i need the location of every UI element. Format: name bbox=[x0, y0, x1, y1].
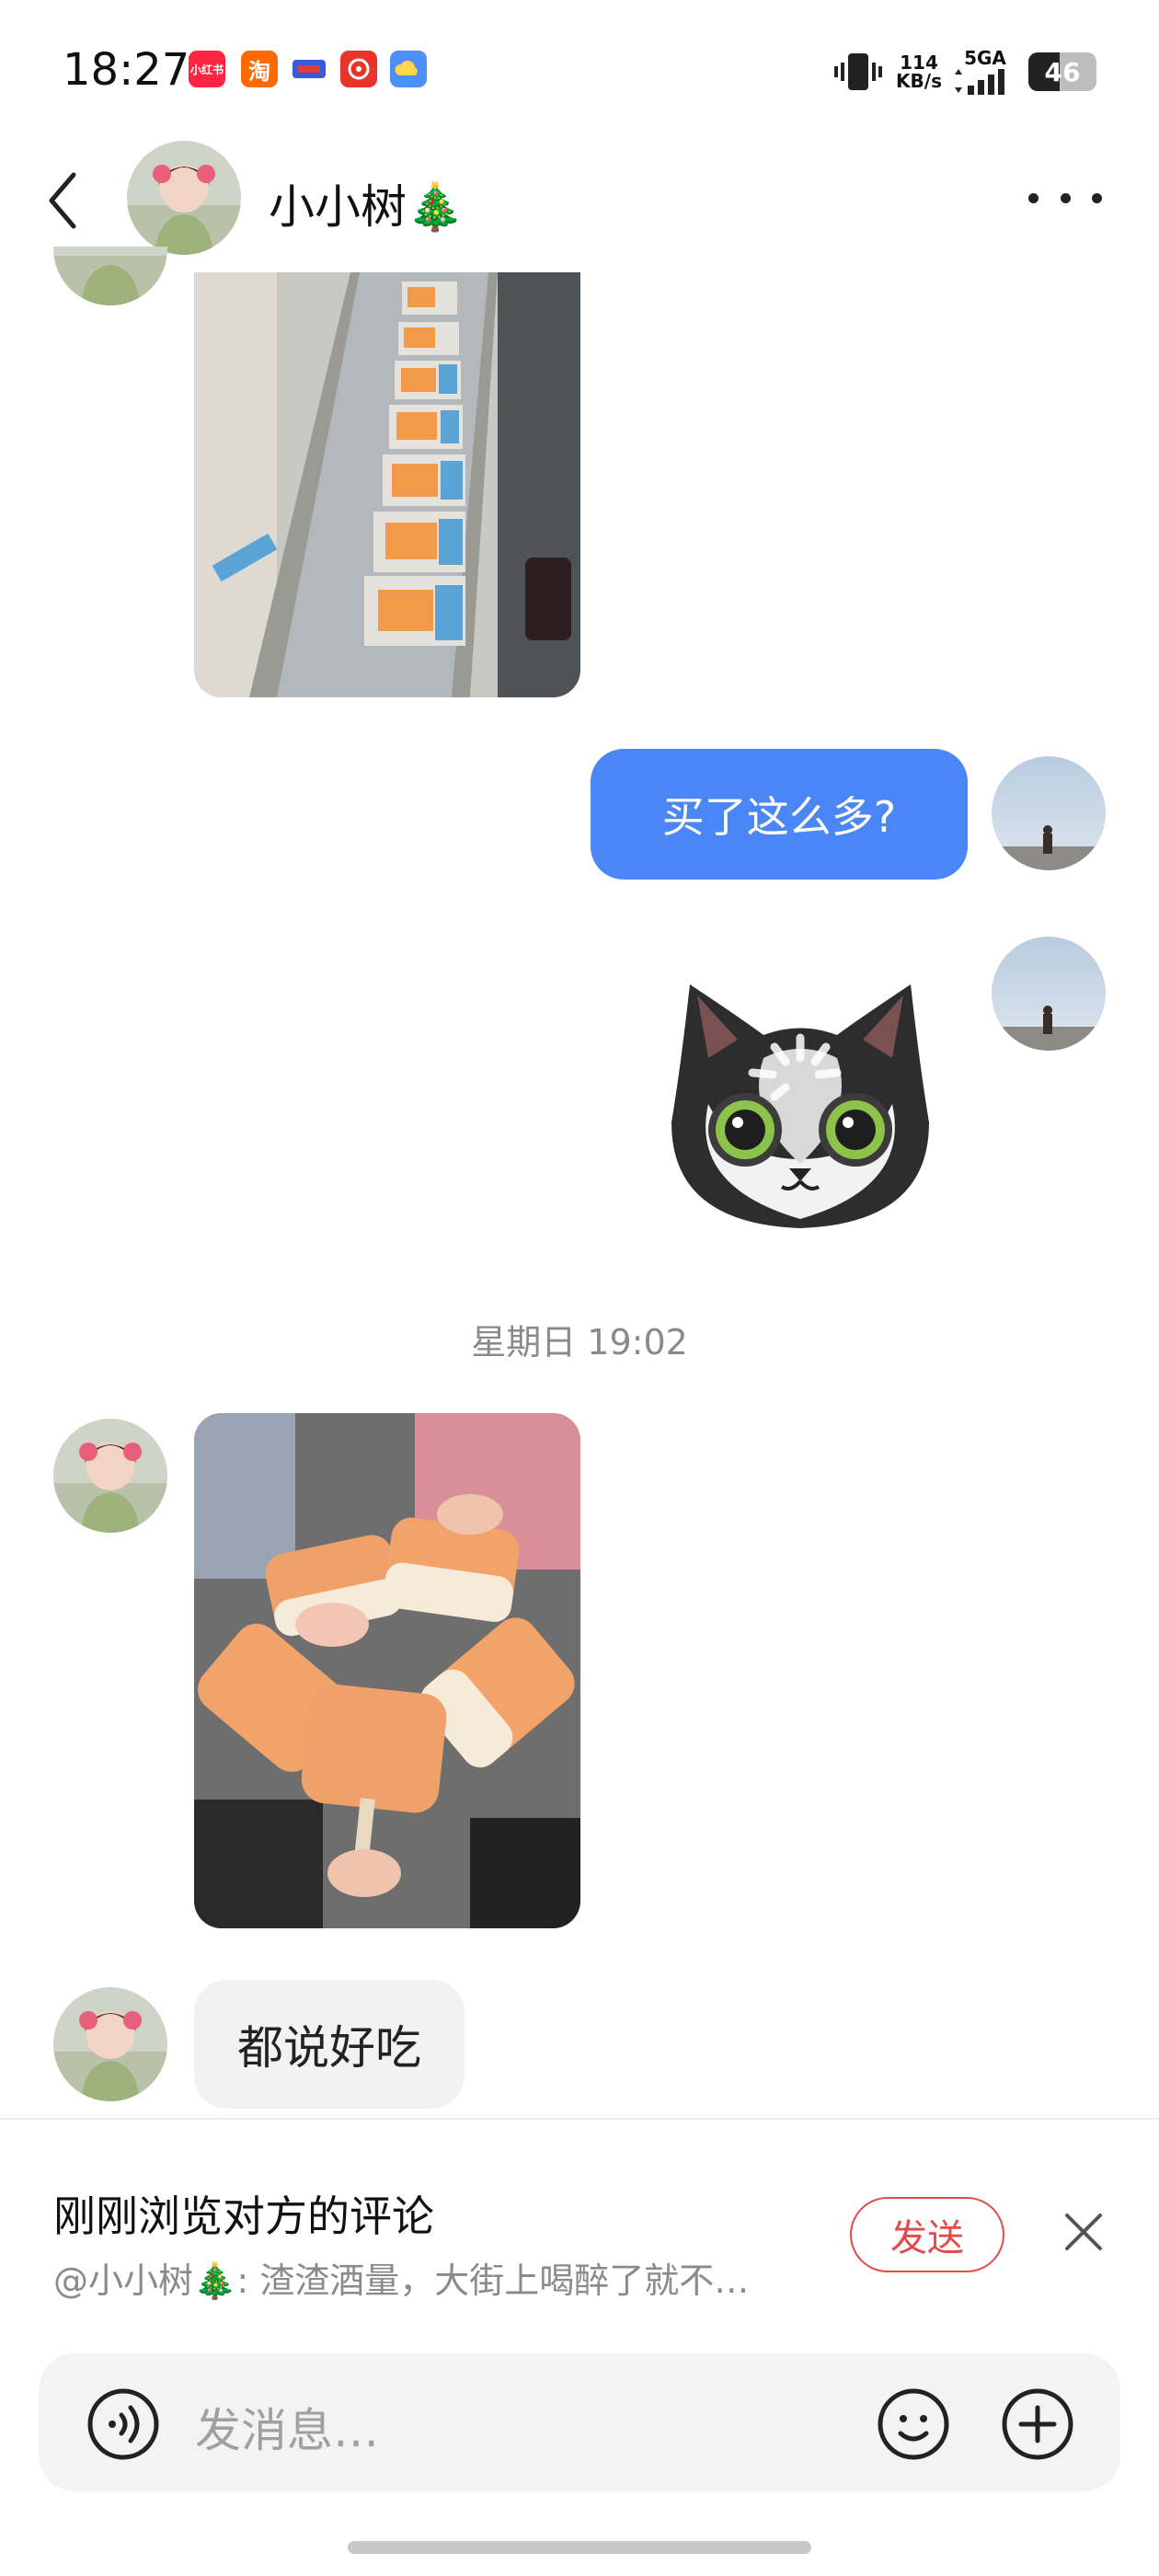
contact-name: 小小树🎄 bbox=[269, 180, 465, 234]
image-message[interactable] bbox=[194, 272, 580, 697]
payment-app-icon bbox=[291, 51, 327, 87]
image-message[interactable] bbox=[194, 1413, 580, 1928]
status-indicators: 114 KB/s 5GA 46 bbox=[833, 46, 1096, 98]
emoji-button[interactable] bbox=[877, 2387, 950, 2461]
divider bbox=[0, 2118, 1159, 2120]
contact-avatar[interactable] bbox=[127, 141, 241, 255]
contact-avatar[interactable] bbox=[53, 1987, 167, 2101]
network-speed: 114 KB/s bbox=[896, 52, 942, 92]
chevron-left-icon bbox=[49, 172, 76, 229]
back-button[interactable] bbox=[44, 164, 99, 237]
more-dots-icon bbox=[1028, 192, 1039, 203]
send-comment-button[interactable]: 发送 bbox=[850, 2197, 1004, 2272]
music-app-icon bbox=[340, 51, 377, 87]
vibrate-icon bbox=[834, 53, 883, 90]
time-separator: 星期日 19:02 bbox=[471, 1322, 688, 1363]
cat-sticker[interactable] bbox=[653, 948, 947, 1242]
message-input[interactable]: 发消息… bbox=[195, 2394, 379, 2460]
received-message-text: 都说好吃 bbox=[237, 2021, 421, 2075]
home-indicator[interactable] bbox=[348, 2541, 811, 2554]
plus-icon bbox=[1002, 2388, 1073, 2460]
cat-loading-sticker-icon bbox=[671, 984, 929, 1228]
close-suggestion-button[interactable] bbox=[1058, 2206, 1109, 2258]
my-avatar[interactable] bbox=[992, 756, 1106, 870]
received-message-bubble[interactable]: 都说好吃 bbox=[194, 1980, 465, 2109]
smiley-icon bbox=[878, 2388, 949, 2460]
contact-avatar[interactable] bbox=[53, 1419, 167, 1533]
voice-icon bbox=[87, 2388, 159, 2460]
my-avatar[interactable] bbox=[992, 937, 1106, 1051]
signal-bars-icon bbox=[955, 69, 1004, 95]
close-icon bbox=[1065, 2214, 1102, 2250]
battery-indicator: 46 bbox=[1028, 52, 1096, 91]
suggestion-title: 刚刚浏览对方的评论 bbox=[53, 2191, 434, 2241]
more-actions-button[interactable] bbox=[1001, 2387, 1074, 2461]
status-time: 18:27 bbox=[63, 44, 190, 96]
suggestion-comment[interactable]: @小小树🎄: 渣渣酒量，大街上喝醉了就不… bbox=[53, 2252, 749, 2303]
sent-message-bubble[interactable]: 买了这么多? bbox=[591, 749, 968, 880]
taobao-app-icon: 淘 bbox=[241, 51, 278, 87]
xiaohongshu-app-icon: 小红书 bbox=[189, 51, 225, 87]
contact-avatar-partial[interactable] bbox=[53, 247, 167, 305]
cloud-app-icon bbox=[390, 51, 427, 87]
voice-input-button[interactable] bbox=[86, 2387, 160, 2461]
sent-message-text: 买了这么多? bbox=[661, 792, 897, 842]
more-options-button[interactable] bbox=[1028, 184, 1102, 212]
signal-indicator: 5GA bbox=[955, 49, 1016, 95]
